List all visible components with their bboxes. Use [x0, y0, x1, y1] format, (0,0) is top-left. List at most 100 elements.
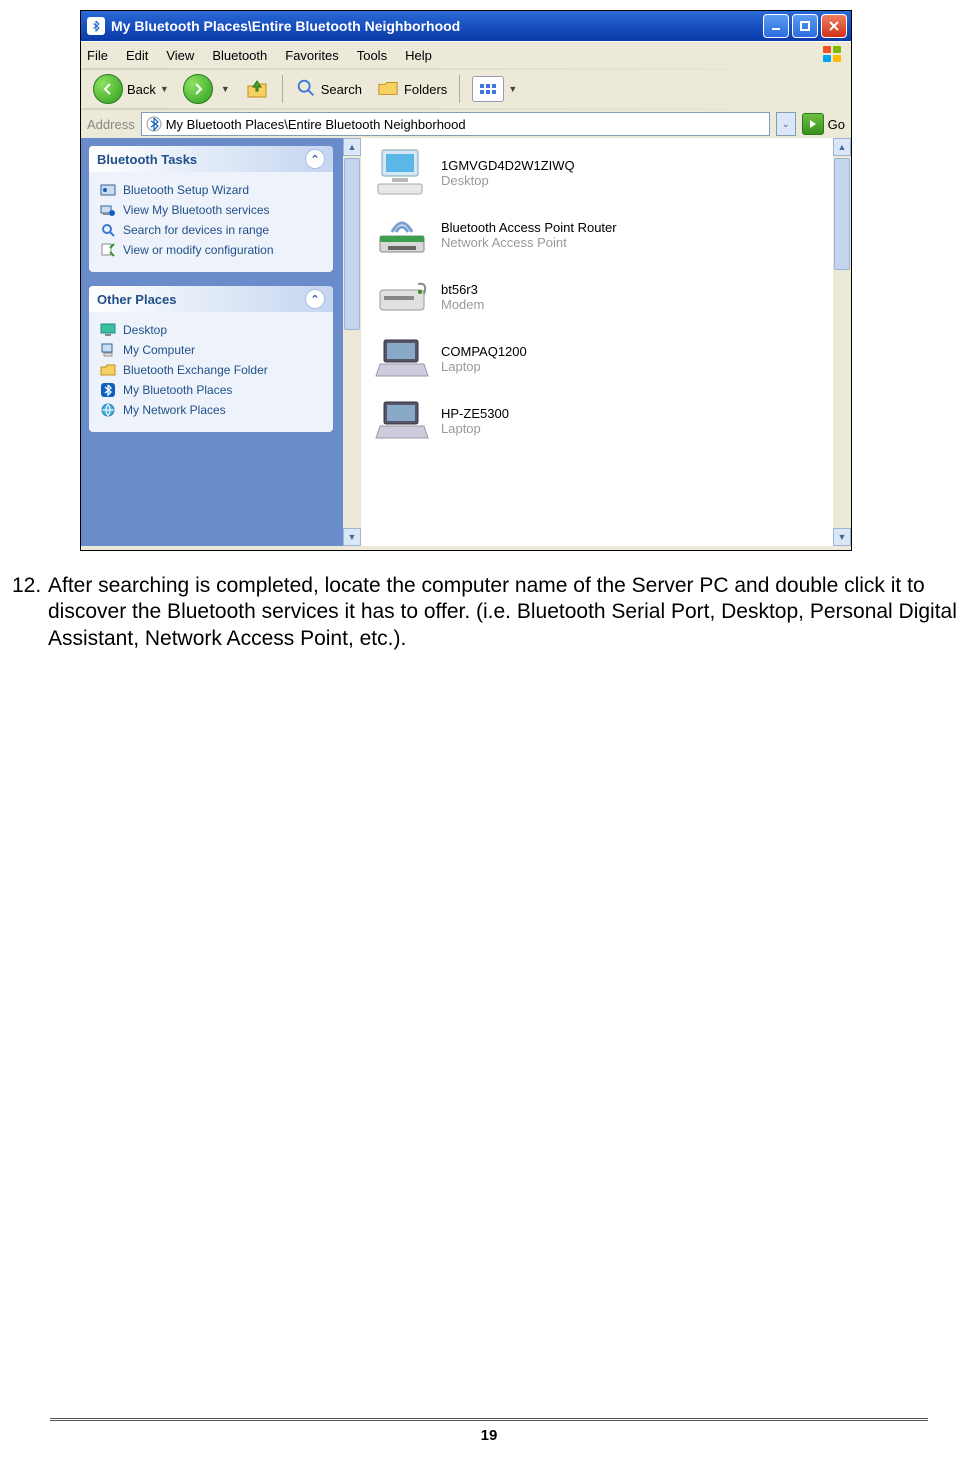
- instruction-step: 12. After searching is completed, locate…: [12, 573, 978, 652]
- scroll-down-icon[interactable]: ▼: [343, 528, 361, 546]
- task-label: Search for devices in range: [123, 223, 269, 237]
- toolbar: Back ▼ ▼ Search Folders: [81, 70, 851, 108]
- search-icon: [295, 77, 317, 102]
- task-label: View My Bluetooth services: [123, 203, 270, 217]
- page-footer: 19: [50, 1418, 928, 1444]
- device-list: 1GMVGD4D2W1ZIWQ Desktop Bluetooth Access…: [361, 138, 851, 546]
- computer-icon: [99, 342, 117, 358]
- collapse-icon[interactable]: ⌃: [305, 149, 325, 169]
- device-name: COMPAQ1200: [441, 344, 527, 359]
- dropdown-arrow-icon[interactable]: ▼: [221, 84, 230, 94]
- desktop-icon: [99, 322, 117, 338]
- status-bar: [81, 546, 851, 550]
- views-button[interactable]: ▼: [466, 74, 523, 104]
- access-point-icon: [371, 208, 433, 262]
- folders-icon: [376, 77, 400, 102]
- filearea-scrollbar[interactable]: ▲ ▼: [833, 138, 851, 546]
- place-my-computer[interactable]: My Computer: [99, 342, 323, 358]
- search-icon: [99, 222, 117, 238]
- panel-bluetooth-tasks: Bluetooth Tasks ⌃ Bluetooth Setup Wizard…: [89, 146, 333, 272]
- bluetooth-icon: [87, 17, 105, 35]
- place-label: Bluetooth Exchange Folder: [123, 363, 268, 377]
- place-bluetooth-places[interactable]: My Bluetooth Places: [99, 382, 323, 398]
- minimize-button[interactable]: [763, 14, 789, 38]
- sidebar-scrollbar[interactable]: ▲ ▼: [343, 138, 361, 546]
- scroll-thumb[interactable]: [834, 158, 850, 270]
- device-item[interactable]: bt56r3 Modem: [371, 270, 841, 324]
- content-area: Bluetooth Tasks ⌃ Bluetooth Setup Wizard…: [81, 138, 851, 546]
- scroll-up-icon[interactable]: ▲: [343, 138, 361, 156]
- forward-arrow-icon: [183, 74, 213, 104]
- device-name: bt56r3: [441, 282, 484, 297]
- back-label: Back: [127, 82, 156, 97]
- device-item[interactable]: COMPAQ1200 Laptop: [371, 332, 841, 386]
- laptop-icon: [371, 332, 433, 386]
- back-arrow-icon: [93, 74, 123, 104]
- collapse-icon[interactable]: ⌃: [305, 289, 325, 309]
- task-modify-config[interactable]: View or modify configuration: [99, 242, 323, 258]
- dropdown-arrow-icon[interactable]: ▼: [508, 84, 517, 94]
- windows-logo-icon: [815, 44, 851, 66]
- bluetooth-icon: [99, 382, 117, 398]
- address-label: Address: [87, 117, 135, 132]
- maximize-button[interactable]: [792, 14, 818, 38]
- place-exchange-folder[interactable]: Bluetooth Exchange Folder: [99, 362, 323, 378]
- menu-file[interactable]: File: [87, 48, 108, 63]
- menu-bluetooth[interactable]: Bluetooth: [212, 48, 267, 63]
- menu-bar: File Edit View Bluetooth Favorites Tools…: [81, 41, 851, 68]
- device-item[interactable]: 1GMVGD4D2W1ZIWQ Desktop: [371, 146, 841, 200]
- views-icon: [472, 76, 504, 102]
- place-label: My Network Places: [123, 403, 226, 417]
- step-text: After searching is completed, locate the…: [48, 573, 978, 652]
- menu-favorites[interactable]: Favorites: [285, 48, 338, 63]
- window-title: My Bluetooth Places\Entire Bluetooth Nei…: [111, 18, 760, 34]
- bluetooth-icon: [146, 116, 162, 132]
- folders-button[interactable]: Folders: [370, 74, 453, 104]
- task-view-services[interactable]: View My Bluetooth services: [99, 202, 323, 218]
- menu-edit[interactable]: Edit: [126, 48, 148, 63]
- search-label: Search: [321, 82, 362, 97]
- device-item[interactable]: HP-ZE5300 Laptop: [371, 394, 841, 448]
- place-desktop[interactable]: Desktop: [99, 322, 323, 338]
- folders-label: Folders: [404, 82, 447, 97]
- go-button[interactable]: Go: [802, 113, 845, 135]
- go-label: Go: [828, 117, 845, 132]
- scroll-thumb[interactable]: [344, 158, 360, 330]
- toolbar-divider: [459, 75, 460, 103]
- up-button[interactable]: [238, 76, 276, 102]
- panel-title: Other Places: [97, 292, 177, 307]
- page-number: 19: [50, 1427, 928, 1444]
- services-icon: [99, 202, 117, 218]
- menu-help[interactable]: Help: [405, 48, 432, 63]
- search-button[interactable]: Search: [289, 74, 368, 104]
- explorer-window: My Bluetooth Places\Entire Bluetooth Nei…: [80, 10, 852, 551]
- task-label: View or modify configuration: [123, 243, 274, 257]
- device-type: Modem: [441, 297, 484, 312]
- desktop-device-icon: [371, 146, 433, 200]
- dropdown-arrow-icon[interactable]: ▼: [160, 84, 169, 94]
- menu-tools[interactable]: Tools: [357, 48, 387, 63]
- address-dropdown[interactable]: ⌄: [776, 112, 796, 136]
- panel-header[interactable]: Other Places ⌃: [89, 286, 333, 312]
- close-button[interactable]: [821, 14, 847, 38]
- device-type: Desktop: [441, 173, 575, 188]
- panel-header[interactable]: Bluetooth Tasks ⌃: [89, 146, 333, 172]
- back-button[interactable]: Back ▼: [87, 74, 175, 104]
- go-arrow-icon: [802, 113, 824, 135]
- place-label: My Bluetooth Places: [123, 383, 232, 397]
- task-label: Bluetooth Setup Wizard: [123, 183, 249, 197]
- scroll-up-icon[interactable]: ▲: [833, 138, 851, 156]
- scroll-down-icon[interactable]: ▼: [833, 528, 851, 546]
- task-setup-wizard[interactable]: Bluetooth Setup Wizard: [99, 182, 323, 198]
- footer-rule: [50, 1418, 928, 1419]
- menu-view[interactable]: View: [166, 48, 194, 63]
- forward-button[interactable]: ▼: [177, 74, 236, 104]
- device-name: HP-ZE5300: [441, 406, 509, 421]
- place-network-places[interactable]: My Network Places: [99, 402, 323, 418]
- device-item[interactable]: Bluetooth Access Point Router Network Ac…: [371, 208, 841, 262]
- task-search-devices[interactable]: Search for devices in range: [99, 222, 323, 238]
- address-input[interactable]: My Bluetooth Places\Entire Bluetooth Nei…: [141, 112, 770, 136]
- device-name: Bluetooth Access Point Router: [441, 220, 617, 235]
- place-label: Desktop: [123, 323, 167, 337]
- wizard-icon: [99, 182, 117, 198]
